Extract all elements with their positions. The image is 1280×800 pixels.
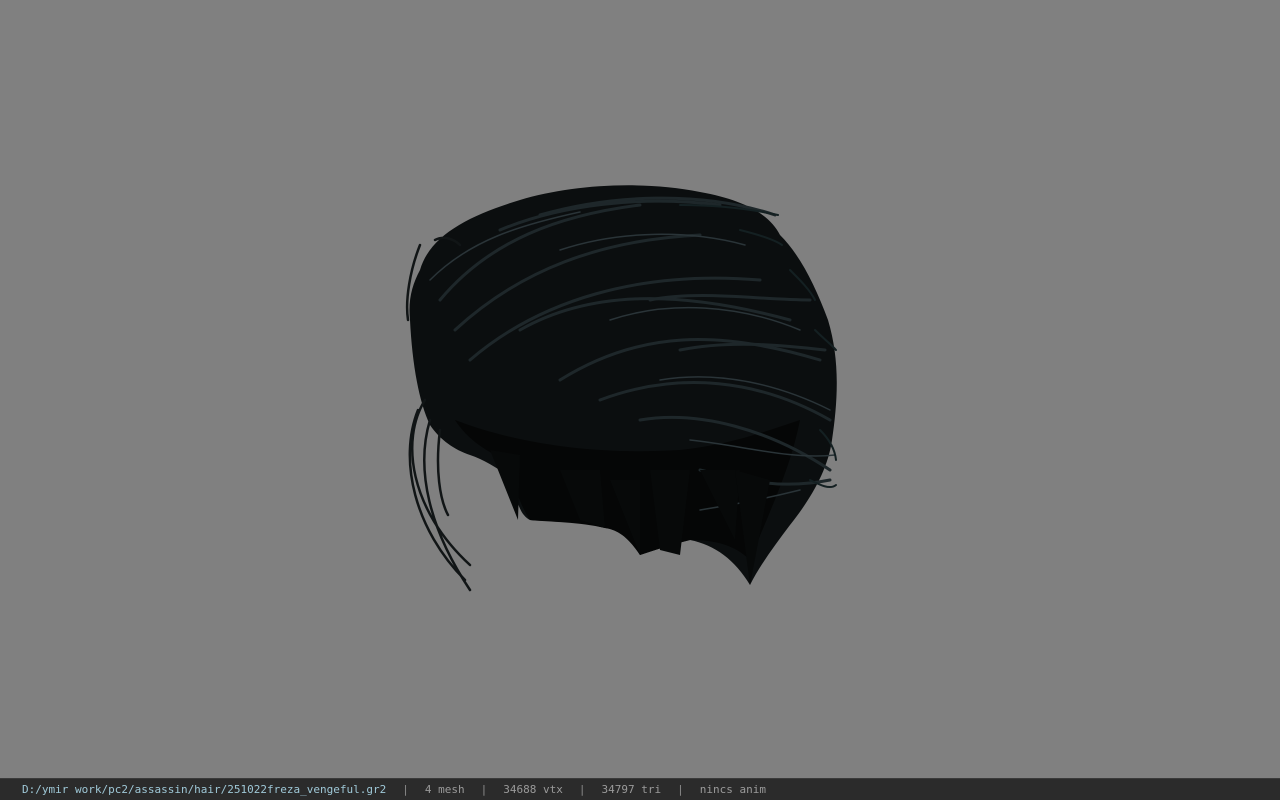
3d-viewport[interactable]	[0, 0, 1280, 778]
triangle-count: 34797 tri	[601, 783, 662, 796]
separator: |	[677, 783, 684, 796]
hair-model-render[interactable]	[0, 0, 1280, 778]
separator: |	[578, 783, 586, 796]
vertex-count: 34688 vtx	[503, 783, 563, 796]
mesh-count: 4 mesh	[424, 783, 465, 796]
separator: |	[480, 783, 488, 796]
hair-mesh	[405, 185, 837, 592]
separator: |	[402, 783, 409, 796]
file-path: D:/ymir work/pc2/assassin/hair/251022fre…	[22, 783, 387, 796]
status-bar: D:/ymir work/pc2/assassin/hair/251022fre…	[0, 778, 1280, 800]
animation-status: nincs anim	[699, 783, 766, 796]
